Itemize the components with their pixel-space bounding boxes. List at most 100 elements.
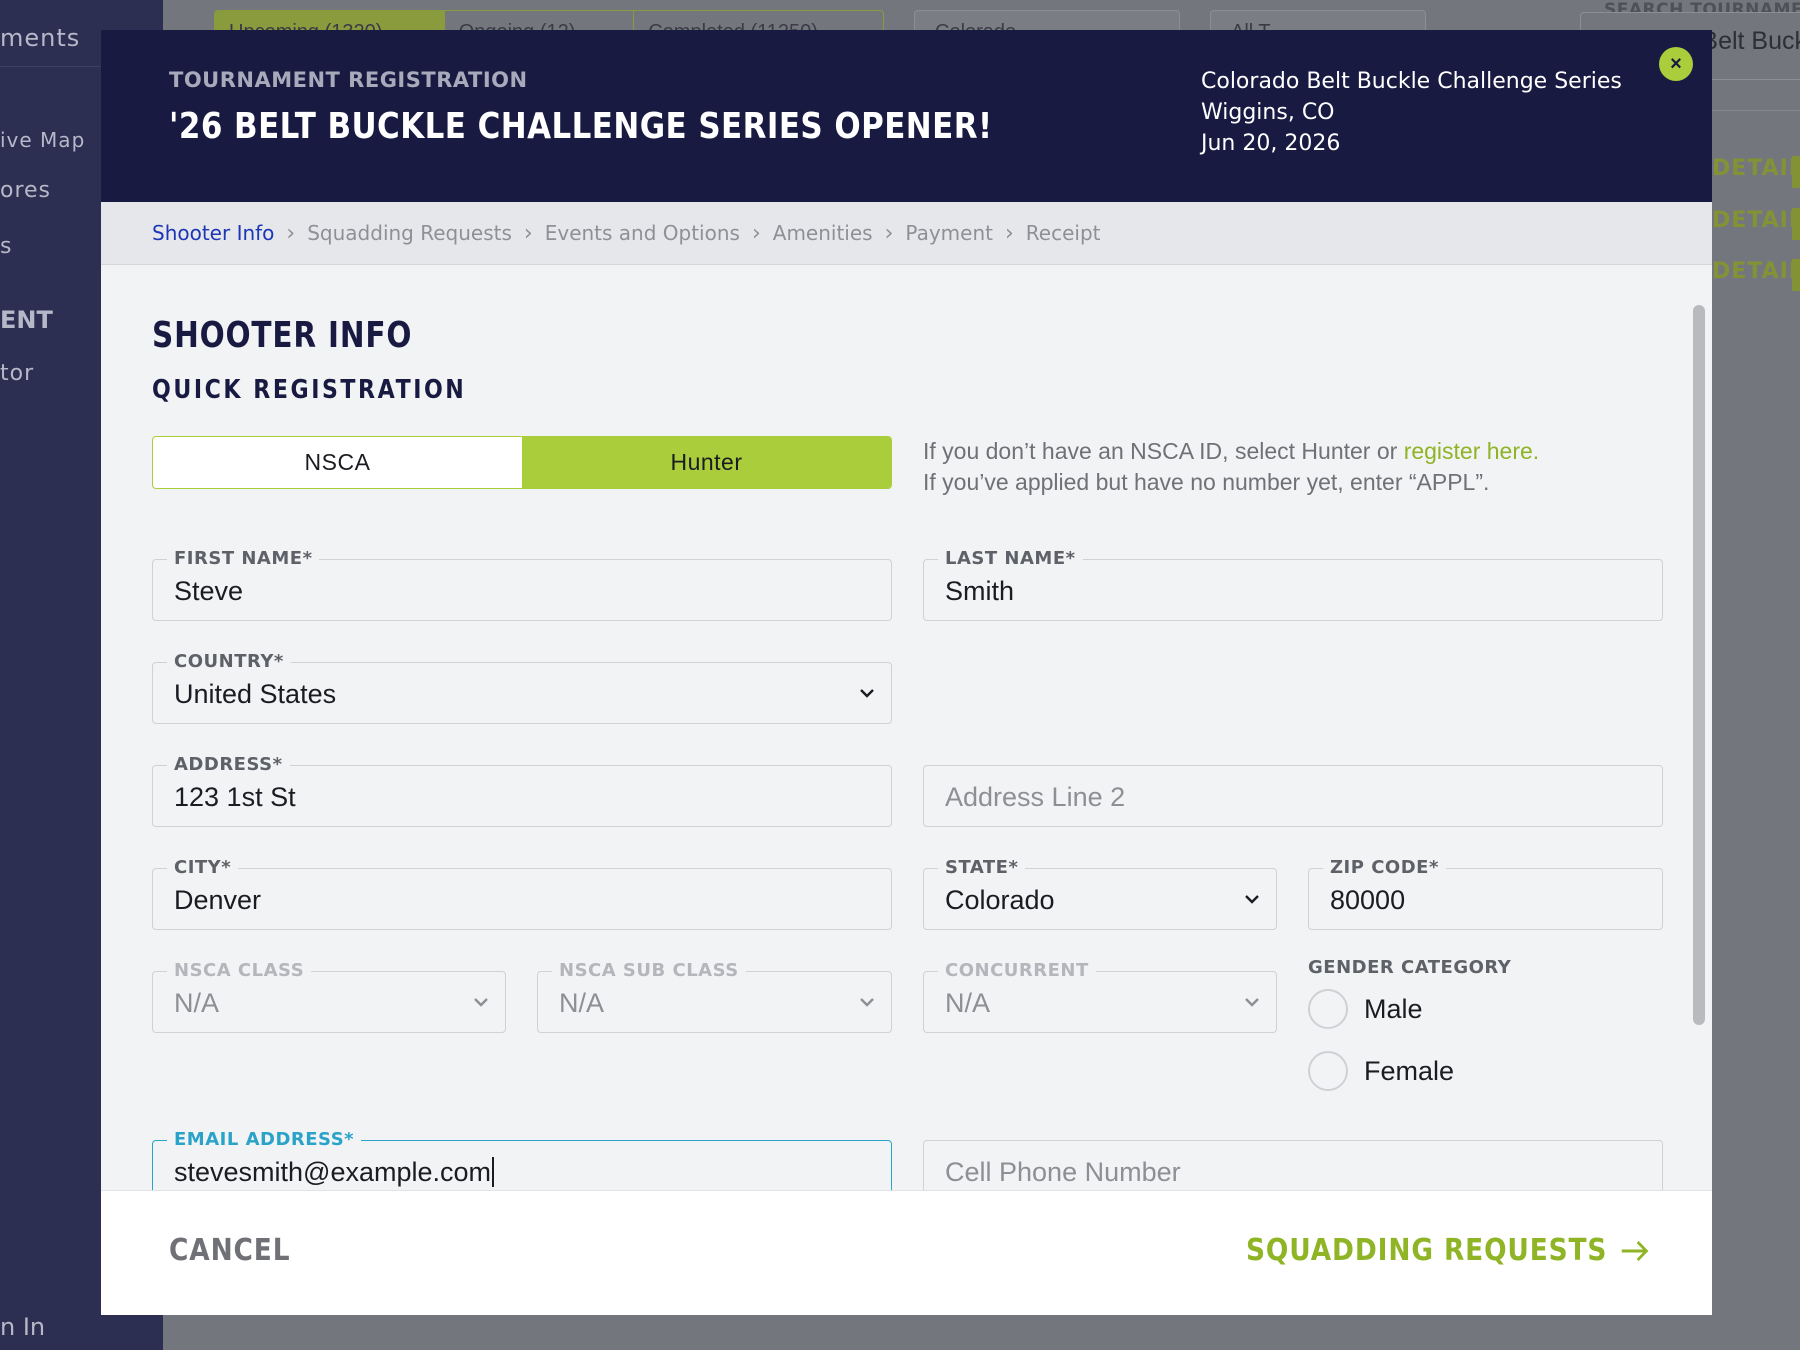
chevron-right-icon: › [523,220,533,246]
last-name-value: Smith [945,576,1015,606]
details-link[interactable]: DETAILS [1712,156,1800,188]
first-name-value: Steve [174,576,244,606]
state-value: Colorado [945,885,1055,915]
radio-button[interactable] [1308,989,1348,1029]
help-line-1: If you don’t have an NSCA ID, select Hun… [923,436,1539,467]
city-field[interactable]: CITY* Denver [152,857,892,930]
nsca-sub-class-select: NSCA SUB CLASS N/A [537,960,892,1033]
chevron-right-icon: › [1004,220,1014,246]
radio-button[interactable] [1308,1051,1348,1091]
toggle-nsca[interactable]: NSCA [153,437,522,488]
address-label: ADDRESS* [167,754,290,775]
details-bar [1792,208,1800,240]
section-title: SHOOTER INFO [152,315,413,356]
details-bar [1792,156,1800,188]
address-value: 123 1st St [174,782,296,812]
first-name-label: FIRST NAME* [167,548,320,569]
help-line-2: If you’ve applied but have no number yet… [923,469,1490,495]
state-label: STATE* [938,857,1026,878]
modal-header: TOURNAMENT REGISTRATION '26 BELT BUCKLE … [101,30,1712,202]
sidebar-item-scores[interactable]: ores [0,178,51,203]
email-label: EMAIL ADDRESS* [167,1129,362,1150]
zip-code-label: ZIP CODE* [1323,857,1446,878]
sidebar-item-tournaments[interactable]: ments [0,24,80,52]
event-date: Jun 20, 2026 [1201,131,1341,156]
country-select[interactable]: COUNTRY* United States [152,651,892,724]
quick-registration-title: QUICK REGISTRATION [152,375,467,405]
last-name-label: LAST NAME* [938,548,1083,569]
nsca-class-label: NSCA CLASS [167,960,312,981]
details-link[interactable]: DETAILS [1712,208,1800,240]
chevron-right-icon: › [286,220,296,246]
step-payment[interactable]: Payment [905,221,993,245]
chevron-down-icon [860,689,874,698]
event-series: Colorado Belt Buckle Challenge Series [1201,69,1622,94]
row-divider [1712,110,1800,111]
step-squadding-requests[interactable]: Squadding Requests [307,221,512,245]
nsca-class-value: N/A [174,988,220,1018]
sidebar-item-director[interactable]: tor [0,361,34,386]
zip-code-value: 80000 [1330,885,1406,915]
chevron-down-icon [1245,895,1259,904]
registration-modal: TOURNAMENT REGISTRATION '26 BELT BUCKLE … [101,30,1712,1315]
nsca-class-select: NSCA CLASS N/A [152,960,506,1033]
first-name-field[interactable]: FIRST NAME* Steve [152,548,892,621]
modal-scrollbar[interactable] [1693,305,1705,1025]
chevron-right-icon: › [751,220,761,246]
gender-option-male[interactable]: Male [1308,989,1423,1029]
city-value: Denver [174,885,262,915]
chevron-down-icon [474,998,488,1007]
concurrent-label: CONCURRENT [938,960,1096,981]
nsca-sub-class-value: N/A [559,988,605,1018]
email-input[interactable]: stevesmith@example.com [174,1157,841,1188]
step-amenities[interactable]: Amenities [773,221,873,245]
modal-footer: CANCEL SQUADDING REQUESTS [101,1190,1712,1315]
text-caret [492,1157,495,1187]
close-icon[interactable]: × [1659,47,1693,81]
last-name-field[interactable]: LAST NAME* Smith [923,548,1663,621]
address-line-2-placeholder: Address Line 2 [945,782,1126,812]
state-select[interactable]: STATE* Colorado [923,857,1277,930]
details-bar [1792,259,1800,291]
step-events-and-options[interactable]: Events and Options [545,221,740,245]
membership-toggle: NSCA Hunter [152,436,892,489]
sidebar-item-live-map[interactable]: ive Map [0,128,85,152]
concurrent-select: CONCURRENT N/A [923,960,1277,1033]
city-label: CITY* [167,857,239,878]
step-shooter-info[interactable]: Shooter Info [152,221,274,245]
gender-female-label: Female [1364,1055,1455,1086]
details-link[interactable]: DETAILS [1712,259,1800,291]
address-line-2-field[interactable]: Address Line 2 [923,765,1663,827]
step-receipt[interactable]: Receipt [1026,221,1101,245]
modal-title: '26 BELT BUCKLE CHALLENGE SERIES OPENER! [169,106,993,147]
sidebar-item-sign-in[interactable]: n In [0,1313,45,1341]
register-link[interactable]: register here. [1404,438,1540,464]
sidebar-section-heading: ENT [0,306,53,334]
chevron-down-icon [860,998,874,1007]
concurrent-value: N/A [945,988,991,1018]
help-text: If you don’t have an NSCA ID, select Hun… [923,438,1404,464]
arrow-right-icon [1621,1240,1649,1261]
gender-option-female[interactable]: Female [1308,1051,1454,1091]
gender-male-label: Male [1364,993,1423,1024]
next-step-label: SQUADDING REQUESTS [1246,1233,1608,1268]
cell-phone-placeholder: Cell Phone Number [945,1157,1181,1187]
details-label: DETAILS [1712,208,1800,233]
step-breadcrumb: Shooter Info › Squadding Requests › Even… [101,202,1712,265]
sidebar-item-results[interactable]: s [0,234,12,259]
country-label: COUNTRY* [167,651,291,672]
toggle-hunter[interactable]: Hunter [522,437,891,488]
event-location: Wiggins, CO [1201,100,1335,125]
gender-category-label: GENDER CATEGORY [1308,957,1512,978]
cancel-button[interactable]: CANCEL [169,1233,290,1268]
form-content: SHOOTER INFO QUICK REGISTRATION NSCA Hun… [101,265,1712,1202]
event-info: Colorado Belt Buckle Challenge Series Wi… [1201,66,1622,159]
address-field[interactable]: ADDRESS* 123 1st St [152,754,892,827]
zip-code-field[interactable]: ZIP CODE* 80000 [1308,857,1663,930]
modal-kicker: TOURNAMENT REGISTRATION [169,68,528,92]
nsca-help-text: If you don’t have an NSCA ID, select Hun… [923,436,1539,498]
next-step-button[interactable]: SQUADDING REQUESTS [1246,1233,1650,1268]
chevron-right-icon: › [884,220,894,246]
details-label: DETAILS [1712,259,1800,284]
country-value: United States [174,679,337,709]
